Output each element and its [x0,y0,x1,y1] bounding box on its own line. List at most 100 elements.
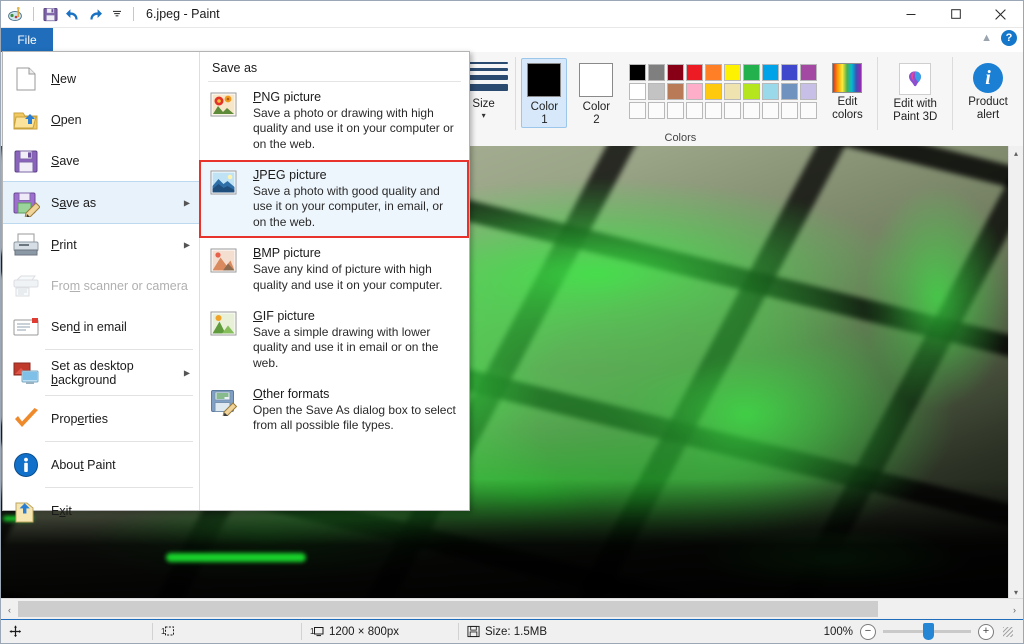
file-menu-item-set-as-desktop-background[interactable]: Set as desktop background▶ [3,352,199,393]
paint-window: 6.jpeg - Paint File ▲ ? [0,0,1024,644]
file-menu-divider [45,395,193,396]
file-menu-item-properties[interactable]: Properties [3,398,199,439]
file-backstage-menu: NewOpenSaveSave as▶Print▶From scanner or… [2,51,470,511]
palette-swatch[interactable] [629,102,646,119]
zoom-out-button[interactable]: − [860,624,876,640]
palette-row [629,64,817,81]
format-option-bmp-picture[interactable]: BMP pictureSave any kind of picture with… [200,238,469,301]
close-button[interactable] [978,1,1023,27]
horizontal-scroll-track[interactable] [18,599,1006,620]
horizontal-scrollbar[interactable]: ‹ › [1,598,1023,620]
scroll-right-arrow-icon[interactable]: › [1006,605,1023,615]
palette-swatch[interactable] [667,64,684,81]
file-menu-divider [45,349,193,350]
scroll-down-arrow-icon[interactable]: ▾ [1009,585,1023,599]
save-as-panel-title: Save as [200,52,469,81]
palette-swatch[interactable] [648,64,665,81]
undo-icon[interactable] [64,6,81,23]
file-menu-item-print[interactable]: Print▶ [3,224,199,265]
format-option-other-formats[interactable]: Other formatsOpen the Save As dialog box… [200,379,469,442]
customize-quick-access-icon[interactable] [108,6,125,23]
file-menu-item-label: Print [51,238,77,252]
color-2-button[interactable]: Color2 [573,58,619,128]
maximize-button[interactable] [933,1,978,27]
palette-swatch[interactable] [686,83,703,100]
file-menu-item-open[interactable]: Open [3,99,199,140]
horizontal-scroll-thumb[interactable] [18,601,878,617]
palette-swatch[interactable] [743,102,760,119]
palette-swatch[interactable] [648,83,665,100]
palette-swatch[interactable] [781,83,798,100]
tab-file[interactable]: File [1,28,53,52]
palette-swatch[interactable] [667,83,684,100]
zoom-in-button[interactable]: + [978,624,994,640]
palette-swatch[interactable] [705,64,722,81]
resize-grip[interactable] [1003,627,1013,637]
gif-picture-icon [210,311,244,341]
format-option-jpeg-picture[interactable]: JPEG pictureSave a photo with good quali… [200,160,469,238]
palette-swatch[interactable] [762,83,779,100]
format-row-wrapper: Other formatsOpen the Save As dialog box… [200,379,469,442]
palette-swatch[interactable] [705,102,722,119]
file-menu-item-label: Save [51,154,80,168]
edit-colors-button[interactable]: Editcolors [823,58,871,122]
ribbon-tab-strip: File ▲ ? [1,28,1023,52]
palette-swatch[interactable] [762,102,779,119]
palette-swatch[interactable] [629,83,646,100]
scroll-up-arrow-icon[interactable]: ▴ [1009,146,1023,160]
format-option-png-picture[interactable]: PNG pictureSave a photo or drawing with … [200,82,469,160]
redo-icon[interactable] [86,6,103,23]
file-menu-list: NewOpenSaveSave as▶Print▶From scanner or… [3,52,200,510]
palette-swatch[interactable] [800,102,817,119]
help-icon[interactable]: ? [1001,30,1017,46]
minimize-button[interactable] [888,1,933,27]
format-option-gif-picture[interactable]: GIF pictureSave a simple drawing with lo… [200,301,469,379]
palette-swatch[interactable] [629,64,646,81]
zoom-slider-thumb[interactable] [923,623,934,640]
zoom-slider-track[interactable] [883,630,971,633]
palette-swatch[interactable] [743,64,760,81]
palette-swatch[interactable] [781,102,798,119]
product-alert-button[interactable]: i Productalert [959,58,1017,122]
palette-swatch[interactable] [762,64,779,81]
file-menu-item-new[interactable]: New [3,58,199,99]
zoom-control[interactable]: 100% − + [824,624,1023,640]
file-menu-item-save[interactable]: Save [3,140,199,181]
format-text: BMP pictureSave any kind of picture with… [253,246,459,293]
color-palette[interactable] [629,58,817,119]
color-1-button[interactable]: Color1 [521,58,567,128]
format-title: JPEG picture [253,168,459,182]
jpeg-picture-icon [210,170,244,200]
palette-swatch[interactable] [686,102,703,119]
vertical-scrollbar[interactable]: ▴ ▾ [1008,146,1023,599]
palette-swatch[interactable] [800,83,817,100]
file-menu-item-label: About Paint [51,458,116,472]
size-caret-icon[interactable]: ▾ [472,112,494,121]
save-icon[interactable] [42,6,59,23]
palette-row [629,102,817,119]
other-formats-icon [210,389,244,419]
palette-swatch[interactable] [724,102,741,119]
file-menu-item-save-as[interactable]: Save as▶ [3,181,199,224]
file-menu-item-exit[interactable]: Exit [3,490,199,531]
palette-swatch[interactable] [724,64,741,81]
exit-icon [11,496,41,526]
palette-swatch[interactable] [724,83,741,100]
palette-swatch[interactable] [648,102,665,119]
colors-group-label: Colors [515,132,845,144]
palette-swatch[interactable] [705,83,722,100]
paint-app-icon[interactable] [8,6,25,23]
scroll-left-arrow-icon[interactable]: ‹ [1,605,18,615]
bmp-picture-icon [210,248,244,278]
file-menu-item-send-in-email[interactable]: Send in email [3,306,199,347]
qat-divider-1 [33,7,34,21]
edit-with-paint3d-button[interactable]: Edit withPaint 3D [884,58,946,124]
image-size-value: 1200 × 800px [329,626,399,638]
file-menu-item-about-paint[interactable]: About Paint [3,444,199,485]
palette-swatch[interactable] [743,83,760,100]
palette-swatch[interactable] [686,64,703,81]
chevron-up-icon[interactable]: ▲ [981,33,992,44]
palette-swatch[interactable] [781,64,798,81]
palette-swatch[interactable] [667,102,684,119]
palette-swatch[interactable] [800,64,817,81]
